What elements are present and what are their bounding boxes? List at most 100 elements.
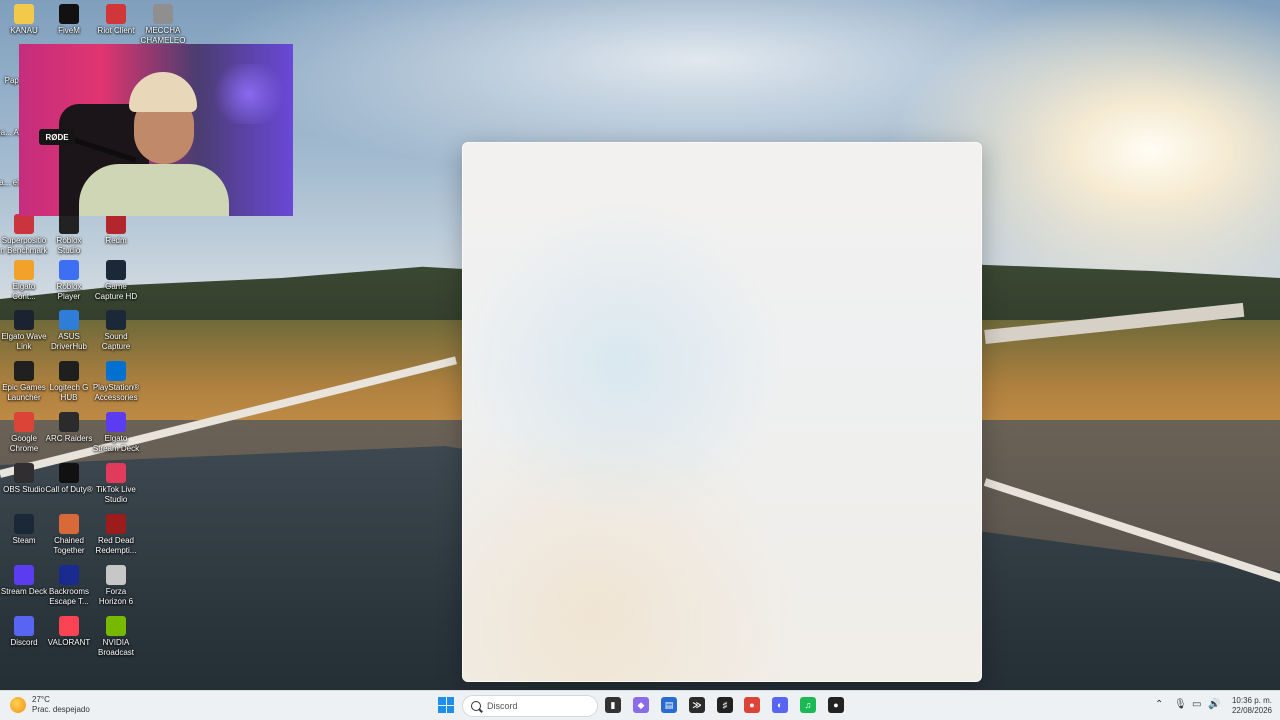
chained-together-icon bbox=[59, 514, 79, 534]
search-icon bbox=[471, 701, 481, 711]
desktop-icon-redm[interactable]: Redm bbox=[92, 214, 140, 246]
webcam-overlay: RØDE bbox=[19, 44, 293, 216]
volume-icon[interactable]: 🔊 bbox=[1208, 699, 1220, 710]
start-button[interactable] bbox=[438, 697, 454, 713]
taskbar-copilot-icon[interactable]: ◆ bbox=[633, 697, 649, 713]
display-icon[interactable]: ▭ bbox=[1192, 699, 1201, 710]
windows-logo-tile bbox=[438, 705, 446, 713]
desktop-icon-riot-client[interactable]: Riot Client bbox=[92, 4, 140, 36]
desktop-icon-epic-games[interactable]: Epic Games Launcher bbox=[0, 361, 48, 403]
chevron-up-icon[interactable]: ⌃ bbox=[1155, 699, 1163, 710]
desktop-icon-logitech-ghub[interactable]: Logitech G HUB bbox=[45, 361, 93, 403]
weather-temp: 27°C bbox=[32, 695, 50, 704]
forza-icon bbox=[106, 565, 126, 585]
desktop-icon-arc-raiders[interactable]: ARC Raiders bbox=[45, 412, 93, 444]
desktop-icon-roblox-studio[interactable]: Roblox Studio bbox=[45, 214, 93, 256]
desktop-icon-label: Game Capture HD bbox=[94, 282, 138, 301]
stream-deck-icon bbox=[106, 412, 126, 432]
clock-date: 22/08/2026 bbox=[1231, 706, 1272, 715]
desktop-icon-game-capture[interactable]: Game Capture HD bbox=[92, 260, 140, 302]
taskbar-red-app-icon[interactable]: ● bbox=[828, 697, 844, 713]
desktop-icon-forza[interactable]: Forza Horizon 6 bbox=[92, 565, 140, 607]
webcam-person-cap bbox=[129, 72, 197, 112]
arc-raiders-icon bbox=[59, 412, 79, 432]
elgato-control-center-icon bbox=[14, 260, 34, 280]
wave-link-icon bbox=[14, 310, 34, 330]
desktop-icon-label: Stream Deck bbox=[0, 587, 48, 596]
start-search-panel[interactable] bbox=[462, 142, 982, 682]
steam-icon bbox=[14, 514, 34, 534]
taskbar-discord-icon[interactable]: ◐ bbox=[772, 697, 788, 713]
desktop-icon-label: TikTok Live Studio bbox=[96, 485, 136, 504]
folder-icon bbox=[14, 4, 34, 24]
desktop-icon-stream-deck[interactable]: Elgato Stream Deck bbox=[92, 412, 140, 454]
desktop-icon-folder[interactable]: KANAU bbox=[0, 4, 48, 36]
desktop-icon-tiktok-live[interactable]: TikTok Live Studio bbox=[92, 463, 140, 505]
desktop-icon-nvidia-broadcast[interactable]: NVIDIA Broadcast bbox=[92, 616, 140, 658]
taskbar-file-explorer-icon[interactable]: ▤ bbox=[661, 697, 677, 713]
taskbar: 27°C Prac. despejado Discord ▮ ◆ ▤ ≫ ♯ ● ◐ ♫ ● ⌃… bbox=[0, 690, 1280, 720]
taskbar-terminal-icon[interactable]: ≫ bbox=[689, 697, 705, 713]
desktop-icon-label: Chained Together bbox=[53, 536, 85, 555]
taskbar-audio-app-icon[interactable]: ♯ bbox=[717, 697, 733, 713]
desktop-icon-label: Redm bbox=[105, 236, 127, 245]
riot-client-icon bbox=[106, 4, 126, 24]
search-input[interactable]: Discord bbox=[487, 701, 518, 711]
desktop-icon-superposition[interactable]: Superposition Benchmark bbox=[0, 214, 48, 256]
desktop-icon-label: OBS Studio bbox=[3, 485, 45, 494]
desktop-icon-red-dead[interactable]: Red Dead Redempti... bbox=[92, 514, 140, 556]
meccha-chameleon-icon bbox=[153, 4, 173, 24]
microphone-icon[interactable]: 🎙 bbox=[1174, 699, 1187, 710]
taskbar-spotify-icon[interactable]: ♫ bbox=[800, 697, 816, 713]
desktop-icon-stream-deck-2[interactable]: Stream Deck bbox=[0, 565, 48, 597]
redm-icon bbox=[106, 214, 126, 234]
desktop-icon-label: Sound Capture bbox=[101, 332, 131, 351]
desktop-icon-chrome[interactable]: Google Chrome bbox=[0, 412, 48, 454]
desktop-icon-wave-link[interactable]: Elgato Wave Link bbox=[0, 310, 48, 352]
desktop-icon-asus-driverhub[interactable]: ASUS DriverHub bbox=[45, 310, 93, 352]
desktop-icon-roblox-player[interactable]: Roblox Player bbox=[45, 260, 93, 302]
desktop-icon-backrooms[interactable]: Backrooms Escape T... bbox=[45, 565, 93, 607]
clock-time: 10:36 p. m. bbox=[1231, 696, 1272, 705]
desktop-icon-label: NVIDIA Broadcast bbox=[97, 638, 135, 657]
system-clock[interactable]: 10:36 p. m. 22/08/2026 bbox=[1222, 696, 1272, 716]
stream-deck-2-icon bbox=[14, 565, 34, 585]
playstation-accessories-icon bbox=[106, 361, 126, 381]
desktop-icon-label: ASUS DriverHub bbox=[50, 332, 87, 351]
desktop-icon-obs[interactable]: OBS Studio bbox=[0, 463, 48, 495]
asus-driverhub-icon bbox=[59, 310, 79, 330]
desktop-icon-playstation-accessories[interactable]: PlayStation® Accessories bbox=[92, 361, 140, 403]
desktop-icon-discord[interactable]: Discord bbox=[0, 616, 48, 648]
desktop-icon-label: Elgato Cont... bbox=[12, 282, 36, 301]
desktop-icon-label: PlayStation® Accessories bbox=[92, 383, 140, 402]
desktop-icon-label: Elgato Stream Deck bbox=[92, 434, 140, 453]
desktop-icon-label: Elgato Wave Link bbox=[1, 332, 47, 351]
windows-logo-tile bbox=[446, 705, 454, 713]
discord-icon bbox=[14, 616, 34, 636]
desktop-icon-call-of-duty[interactable]: Call of Duty® bbox=[45, 463, 93, 495]
roblox-studio-icon bbox=[59, 214, 79, 234]
taskbar-task-view-icon[interactable]: ▮ bbox=[605, 697, 621, 713]
logitech-ghub-icon bbox=[59, 361, 79, 381]
desktop-icon-label: KANAU bbox=[10, 26, 38, 35]
weather-widget[interactable]: 27°C Prac. despejado bbox=[10, 695, 90, 715]
desktop-icon-sound-capture[interactable]: Sound Capture bbox=[92, 310, 140, 352]
desktop-icon-chained-together[interactable]: Chained Together bbox=[45, 514, 93, 556]
desktop-icon-label: ARC Raiders bbox=[45, 434, 93, 443]
obs-icon bbox=[14, 463, 34, 483]
taskbar-chrome-icon[interactable]: ● bbox=[744, 697, 760, 713]
taskbar-search-box[interactable]: Discord bbox=[462, 695, 598, 717]
backrooms-icon bbox=[59, 565, 79, 585]
webcam-microphone: RØDE bbox=[39, 129, 75, 145]
valorant-icon bbox=[59, 616, 79, 636]
desktop-icon-fivem[interactable]: FiveM bbox=[45, 4, 93, 36]
desktop-icon-steam[interactable]: Steam bbox=[0, 514, 48, 546]
desktop-icon-valorant[interactable]: VALORANT bbox=[45, 616, 93, 648]
weather-text: 27°C Prac. despejado bbox=[32, 695, 90, 715]
desktop-icon-elgato-control-center[interactable]: Elgato Cont... bbox=[0, 260, 48, 302]
chrome-icon bbox=[14, 412, 34, 432]
windows-logo-tile bbox=[438, 697, 446, 705]
desktop-icon-label: Backrooms Escape T... bbox=[48, 587, 89, 606]
desktop-icon-label: Superposition Benchmark bbox=[0, 236, 48, 255]
nvidia-broadcast-icon bbox=[106, 616, 126, 636]
